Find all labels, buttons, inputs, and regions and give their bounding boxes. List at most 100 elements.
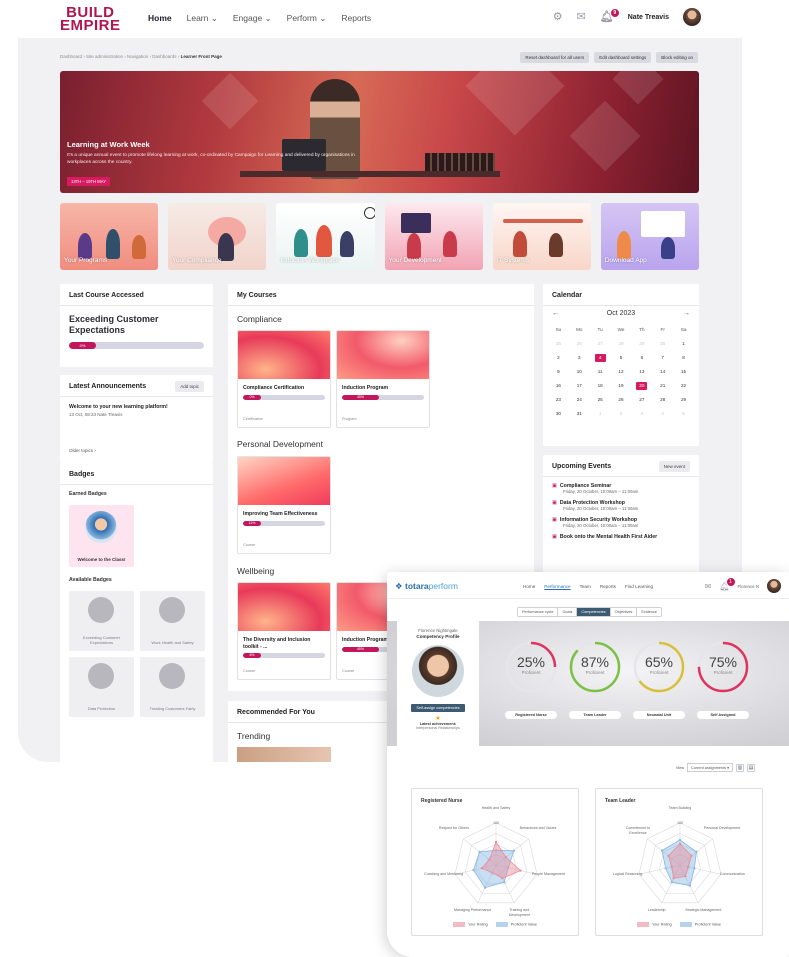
nav-reports[interactable]: Reports bbox=[341, 13, 371, 24]
add-topic-button[interactable]: Add topic bbox=[175, 381, 204, 392]
older-topics-link[interactable]: Older topics › bbox=[69, 448, 96, 453]
calendar-day[interactable]: 3 bbox=[569, 354, 590, 362]
calendar-day[interactable]: 24 bbox=[569, 396, 590, 404]
calendar-day[interactable]: 14 bbox=[652, 368, 673, 376]
radar-point[interactable] bbox=[670, 880, 673, 884]
calendar-day[interactable]: 28 bbox=[611, 340, 632, 348]
calendar-day[interactable]: 9 bbox=[548, 368, 569, 376]
radar-point[interactable] bbox=[667, 854, 670, 857]
radar-point[interactable] bbox=[670, 865, 673, 868]
radar-point[interactable] bbox=[501, 877, 504, 880]
radar-point[interactable] bbox=[695, 850, 698, 854]
radar-point[interactable] bbox=[519, 869, 522, 872]
totara-nav-home[interactable]: Home bbox=[523, 584, 535, 589]
totara-nav-team[interactable]: Team bbox=[580, 584, 591, 589]
mail-icon[interactable]: ✉ bbox=[577, 11, 586, 23]
calendar-day[interactable]: 2 bbox=[611, 410, 632, 418]
available-badge[interactable]: Exceeding Customer Expectations bbox=[69, 591, 134, 651]
gear-icon[interactable]: ⚙ bbox=[553, 11, 563, 23]
user-name[interactable]: Nate Treavis bbox=[628, 14, 669, 21]
table-view-icon[interactable]: ▤ bbox=[747, 763, 755, 772]
tab-performance-cycle[interactable]: Performance cycle bbox=[518, 608, 559, 616]
available-badge[interactable]: Data Protection bbox=[69, 657, 134, 717]
calendar-day[interactable]: 30 bbox=[652, 340, 673, 348]
radar-point[interactable] bbox=[480, 867, 483, 870]
tile-your-development[interactable]: Your Development bbox=[384, 203, 483, 270]
totara-nav-find-learning[interactable]: Find Learning bbox=[625, 584, 653, 589]
calendar-day[interactable]: 1 bbox=[590, 410, 611, 418]
tile-it-systems[interactable]: IT Systems bbox=[492, 203, 591, 270]
course-card[interactable]: Improving Team Effectiveness 11% Course bbox=[237, 456, 331, 554]
self-assign-button[interactable]: Self-assign competencies bbox=[411, 704, 465, 712]
radar-point[interactable] bbox=[488, 858, 491, 861]
nav-learn[interactable]: Learn ⌄ bbox=[187, 13, 218, 24]
event-item[interactable]: ▣ Data Protection Workshop Friday, 20 Octo… bbox=[543, 494, 699, 511]
competency-gauge[interactable]: 75% Proficient Self Assigned bbox=[693, 639, 753, 727]
calendar-day[interactable]: 1 bbox=[673, 340, 694, 348]
radar-point[interactable] bbox=[491, 871, 494, 874]
avatar[interactable] bbox=[767, 579, 781, 593]
radar-point[interactable] bbox=[472, 869, 475, 872]
radar-point[interactable] bbox=[678, 838, 682, 841]
tile-your-programs[interactable]: Your Programs bbox=[60, 203, 159, 270]
calendar-day[interactable]: 27 bbox=[631, 396, 652, 404]
calendar-day[interactable]: 26 bbox=[569, 340, 590, 348]
radar-point[interactable] bbox=[504, 856, 507, 859]
radar-point[interactable] bbox=[660, 849, 664, 852]
calendar-day[interactable]: 29 bbox=[631, 340, 652, 348]
block-editing-button[interactable]: Block editing on bbox=[656, 52, 698, 63]
chart-view-icon[interactable]: ▥ bbox=[736, 763, 744, 772]
calendar-day[interactable]: 6 bbox=[631, 354, 652, 362]
calendar-day[interactable]: 29 bbox=[673, 396, 694, 404]
calendar-day[interactable]: 7 bbox=[652, 354, 673, 362]
calendar-day[interactable]: 13 bbox=[631, 368, 652, 376]
radar-point[interactable] bbox=[503, 880, 506, 884]
radar-point[interactable] bbox=[684, 875, 687, 878]
calendar-day[interactable]: 16 bbox=[548, 382, 569, 390]
calendar-day[interactable]: 8 bbox=[673, 354, 694, 362]
event-item[interactable]: ▣ Compliance Seminar Friday, 20 October, 1… bbox=[543, 477, 699, 494]
mail-icon[interactable]: ✉ bbox=[705, 581, 712, 592]
nav-perform[interactable]: Perform ⌄ bbox=[287, 13, 327, 24]
hero-banner[interactable]: Learning at Work Week It's a unique annu… bbox=[60, 71, 699, 193]
course-card[interactable]: Induction Program 45% Program bbox=[336, 330, 430, 428]
assignment-select[interactable]: Current assignments ▾ bbox=[687, 763, 733, 772]
earned-badge[interactable]: Welcome to the Class! bbox=[69, 505, 134, 567]
totara-nav-reports[interactable]: Reports bbox=[600, 584, 616, 589]
calendar-day[interactable]: 18 bbox=[590, 382, 611, 390]
course-card[interactable]: The Diversity and Inclusion toolkit - ..… bbox=[237, 582, 331, 680]
calendar-day[interactable]: 30 bbox=[548, 410, 569, 418]
radar-point[interactable] bbox=[494, 840, 498, 843]
radar-point[interactable] bbox=[664, 867, 667, 870]
bell-icon[interactable]: 🔔︎ 1 bbox=[719, 577, 735, 592]
new-event-button[interactable]: New event bbox=[658, 461, 690, 472]
radar-point[interactable] bbox=[672, 877, 675, 880]
calendar-day[interactable]: 10 bbox=[569, 368, 590, 376]
radar-point[interactable] bbox=[483, 886, 487, 889]
brand-logo[interactable]: BUILD EMPIRE bbox=[60, 5, 121, 33]
radar-point[interactable] bbox=[688, 884, 692, 887]
radar-point[interactable] bbox=[690, 854, 693, 857]
radar-point[interactable] bbox=[693, 867, 696, 870]
calendar-day[interactable]: 23 bbox=[548, 396, 569, 404]
competency-gauge[interactable]: 87% Proficient Team Leader bbox=[565, 639, 625, 727]
event-item[interactable]: ▣ Book onto the Mental Health First Aider bbox=[543, 528, 699, 540]
tab-competencies[interactable]: Competencies bbox=[577, 608, 611, 616]
calendar-day[interactable]: 17 bbox=[569, 382, 590, 390]
tile-induction-workplace[interactable]: Induction Workplace bbox=[276, 203, 375, 270]
calendar-day[interactable]: 26 bbox=[611, 396, 632, 404]
nav-engage[interactable]: Engage ⌄ bbox=[233, 13, 272, 24]
prev-month-arrow-icon[interactable]: ← bbox=[552, 310, 559, 317]
reset-dashboard-button[interactable]: Reset dashboard for all users bbox=[520, 52, 590, 63]
totara-logo[interactable]: ❖ totaraperform bbox=[395, 581, 458, 592]
calendar-day[interactable]: 5 bbox=[673, 410, 694, 418]
calendar-day[interactable]: 25 bbox=[590, 396, 611, 404]
calendar-day[interactable]: 15 bbox=[673, 368, 694, 376]
calendar-day[interactable]: 5 bbox=[611, 354, 632, 362]
course-card[interactable]: Compliance Certification 0% Certificatio… bbox=[237, 330, 331, 428]
trending-course-image[interactable] bbox=[237, 747, 331, 762]
last-course-title[interactable]: Exceeding Customer Expectations bbox=[60, 306, 213, 342]
calendar-day[interactable]: 31 bbox=[569, 410, 590, 418]
tile-your-compliance[interactable]: Your Compliance bbox=[168, 203, 267, 270]
calendar-day[interactable]: 4 bbox=[652, 410, 673, 418]
